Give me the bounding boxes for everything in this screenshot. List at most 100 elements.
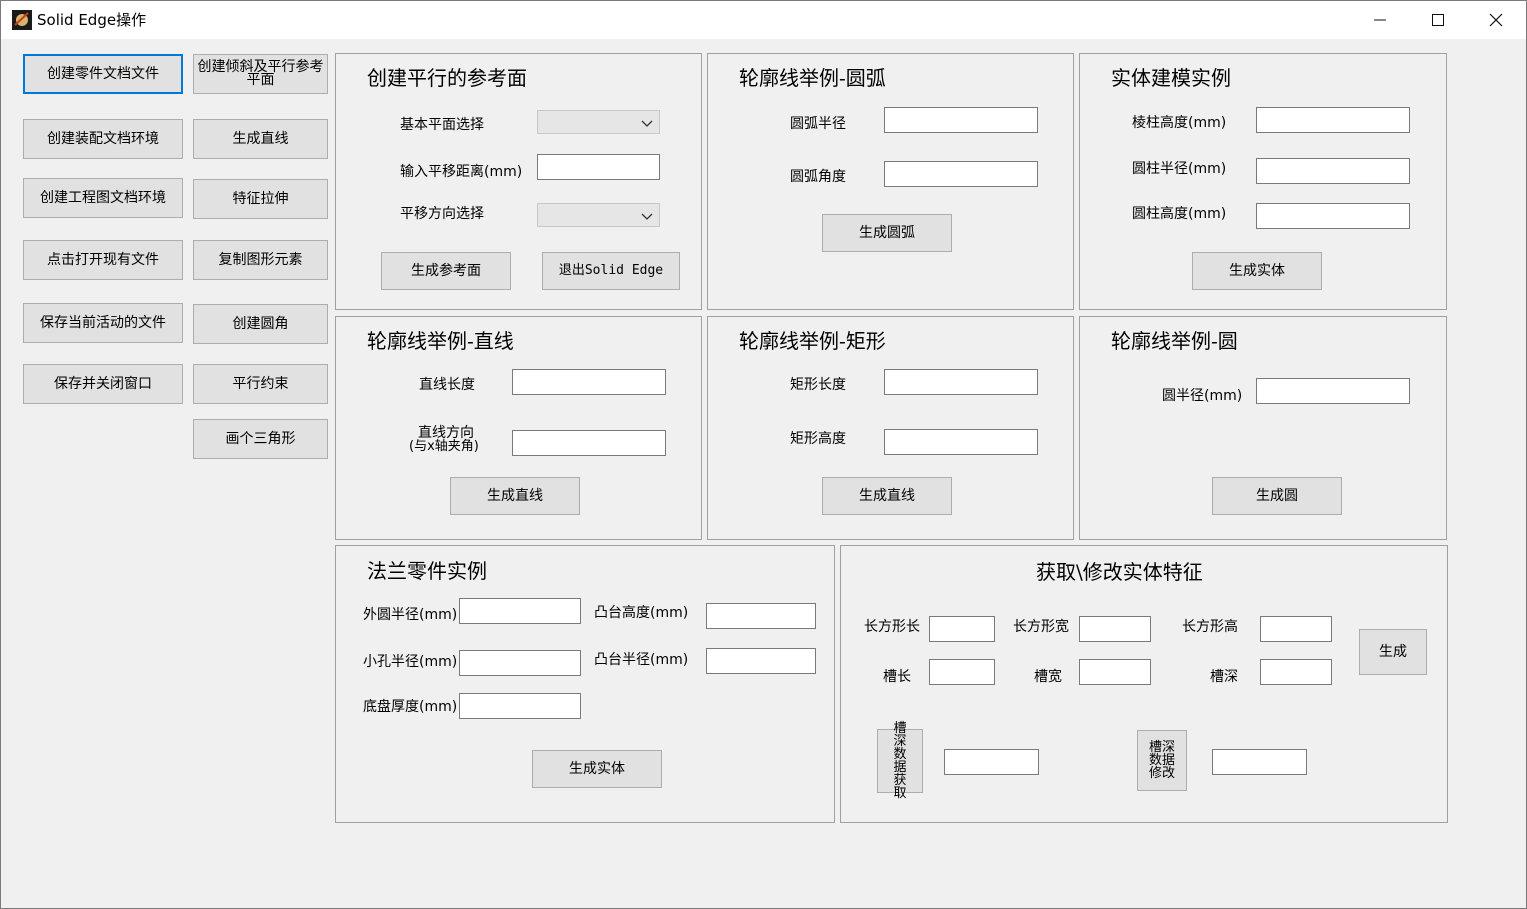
- offset-distance-label: 输入平移距离(mm): [400, 164, 523, 180]
- open-existing-file-button[interactable]: 点击打开现有文件: [23, 240, 183, 280]
- arc-angle-label: 圆弧角度: [790, 169, 846, 185]
- modify-slot-depth-button[interactable]: 槽深数据修改: [1137, 730, 1187, 791]
- close-icon: [1489, 13, 1503, 27]
- save-and-close-button[interactable]: 保存并关闭窗口: [23, 364, 183, 404]
- feature-edit-group: 获取\修改实体特征 长方形长 长方形宽 长方形高 槽长 槽宽 槽深 生成 槽深数…: [840, 545, 1448, 823]
- feature-edit-title: 获取\修改实体特征: [1036, 560, 1203, 584]
- circle-radius-label: 圆半径(mm): [1162, 388, 1243, 404]
- maximize-icon: [1432, 14, 1444, 26]
- slot-length-label: 槽长: [883, 669, 911, 685]
- ref-plane-group: 创建平行的参考面 基本平面选择 输入平移距离(mm) 平移方向选择 生成参考面 …: [335, 53, 702, 310]
- circle-title: 轮廓线举例-圆: [1111, 329, 1238, 353]
- minimize-button[interactable]: [1351, 1, 1409, 39]
- create-assembly-document-button[interactable]: 创建装配文档环境: [23, 119, 183, 159]
- slot-length-input[interactable]: [929, 659, 995, 685]
- boss-radius-input[interactable]: [706, 648, 816, 674]
- minimize-icon: [1374, 19, 1386, 21]
- rect-height-input[interactable]: [884, 429, 1038, 455]
- generate-button[interactable]: 生成: [1359, 629, 1427, 675]
- outer-radius-input[interactable]: [459, 598, 581, 624]
- maximize-button[interactable]: [1409, 1, 1467, 39]
- slot-depth-input[interactable]: [1260, 659, 1332, 685]
- rectangle-title: 轮廓线举例-矩形: [739, 329, 886, 353]
- close-button[interactable]: [1467, 1, 1525, 39]
- create-rectangle-button[interactable]: 生成直线: [822, 477, 952, 515]
- solid-edge-app-icon: [12, 10, 32, 30]
- offset-distance-input[interactable]: [537, 154, 660, 180]
- box-length-label: 长方形长: [864, 619, 920, 635]
- circle-radius-input[interactable]: [1256, 378, 1410, 404]
- get-slot-depth-button[interactable]: 槽深数据获取: [877, 722, 923, 800]
- exit-solid-edge-button[interactable]: 退出Solid Edge: [542, 252, 680, 290]
- app-window: Solid Edge操作 创建零件文档文件 创建装配文档环境 创建工程图文档环境…: [0, 0, 1527, 909]
- arc-angle-input[interactable]: [884, 161, 1038, 187]
- arc-radius-label: 圆弧半径: [790, 116, 846, 132]
- box-length-input[interactable]: [929, 616, 995, 642]
- create-arc-button[interactable]: 生成圆弧: [822, 214, 952, 252]
- arc-group: 轮廓线举例-圆弧 圆弧半径 圆弧角度 生成圆弧: [707, 53, 1074, 310]
- box-height-input[interactable]: [1260, 616, 1332, 642]
- ref-plane-title: 创建平行的参考面: [367, 66, 527, 90]
- base-thickness-input[interactable]: [459, 693, 581, 719]
- rectangle-group: 轮廓线举例-矩形 矩形长度 矩形高度 生成直线: [707, 316, 1074, 540]
- feature-extrude-button[interactable]: 特征拉伸: [193, 179, 328, 219]
- box-height-label: 长方形高: [1182, 619, 1238, 635]
- parallel-constraint-button[interactable]: 平行约束: [193, 364, 328, 404]
- create-inclined-plane-button[interactable]: 创建倾斜及平行参考平面: [193, 54, 328, 94]
- solid-modeling-group: 实体建模实例 棱柱高度(mm) 圆柱半径(mm) 圆柱高度(mm) 生成实体: [1079, 53, 1447, 310]
- create-ref-plane-button[interactable]: 生成参考面: [381, 252, 511, 290]
- offset-direction-select[interactable]: [537, 203, 660, 227]
- chevron-down-icon: [641, 120, 653, 127]
- create-solid-button[interactable]: 生成实体: [1192, 252, 1322, 290]
- create-fillet-button[interactable]: 创建圆角: [193, 304, 328, 344]
- arc-radius-input[interactable]: [884, 107, 1038, 133]
- cylinder-height-label: 圆柱高度(mm): [1132, 206, 1227, 222]
- base-thickness-label: 底盘厚度(mm): [363, 699, 458, 715]
- get-slot-depth-output[interactable]: [944, 749, 1039, 775]
- cylinder-radius-label: 圆柱半径(mm): [1132, 161, 1227, 177]
- create-circle-button[interactable]: 生成圆: [1212, 477, 1342, 515]
- prism-height-input[interactable]: [1256, 107, 1410, 133]
- outer-radius-label: 外圆半径(mm): [363, 607, 458, 623]
- chevron-down-icon: [641, 213, 653, 220]
- line-length-input[interactable]: [512, 369, 666, 395]
- arc-title: 轮廓线举例-圆弧: [739, 66, 886, 90]
- offset-direction-label: 平移方向选择: [400, 206, 484, 222]
- draw-triangle-button[interactable]: 画个三角形: [193, 419, 328, 459]
- hole-radius-label: 小孔半径(mm): [363, 654, 458, 670]
- slot-width-input[interactable]: [1079, 659, 1151, 685]
- create-flange-solid-button[interactable]: 生成实体: [532, 750, 662, 788]
- save-active-file-button[interactable]: 保存当前活动的文件: [23, 303, 183, 343]
- slot-depth-label: 槽深: [1210, 669, 1238, 685]
- cylinder-height-input[interactable]: [1256, 203, 1410, 229]
- line-direction-sublabel: (与x轴夹角): [409, 439, 479, 454]
- create-part-document-button[interactable]: 创建零件文档文件: [23, 54, 183, 94]
- line-group: 轮廓线举例-直线 直线长度 直线方向 (与x轴夹角) 生成直线: [335, 316, 702, 540]
- create-drawing-document-button[interactable]: 创建工程图文档环境: [23, 178, 183, 218]
- copy-elements-button[interactable]: 复制图形元素: [193, 240, 328, 280]
- modify-slot-depth-input[interactable]: [1212, 749, 1307, 775]
- make-line-button[interactable]: 生成直线: [193, 119, 328, 159]
- rect-length-input[interactable]: [884, 369, 1038, 395]
- circle-group: 轮廓线举例-圆 圆半径(mm) 生成圆: [1079, 316, 1447, 540]
- box-width-input[interactable]: [1079, 616, 1151, 642]
- line-direction-input[interactable]: [512, 430, 666, 456]
- boss-height-label: 凸台高度(mm): [594, 605, 689, 621]
- boss-radius-label: 凸台半径(mm): [594, 652, 689, 668]
- base-plane-select[interactable]: [537, 110, 660, 134]
- boss-height-input[interactable]: [706, 603, 816, 629]
- create-line-button[interactable]: 生成直线: [450, 477, 580, 515]
- base-plane-label: 基本平面选择: [400, 117, 484, 133]
- rect-height-label: 矩形高度: [790, 431, 846, 447]
- prism-height-label: 棱柱高度(mm): [1132, 115, 1227, 131]
- title-bar: Solid Edge操作: [1, 1, 1526, 39]
- window-title: Solid Edge操作: [37, 11, 147, 29]
- flange-group: 法兰零件实例 外圆半径(mm) 小孔半径(mm) 底盘厚度(mm) 凸台高度(m…: [335, 545, 835, 823]
- box-width-label: 长方形宽: [1013, 619, 1069, 635]
- line-title: 轮廓线举例-直线: [367, 329, 514, 353]
- cylinder-radius-input[interactable]: [1256, 158, 1410, 184]
- line-length-label: 直线长度: [419, 377, 475, 393]
- slot-width-label: 槽宽: [1034, 669, 1062, 685]
- solid-modeling-title: 实体建模实例: [1111, 66, 1231, 90]
- hole-radius-input[interactable]: [459, 650, 581, 676]
